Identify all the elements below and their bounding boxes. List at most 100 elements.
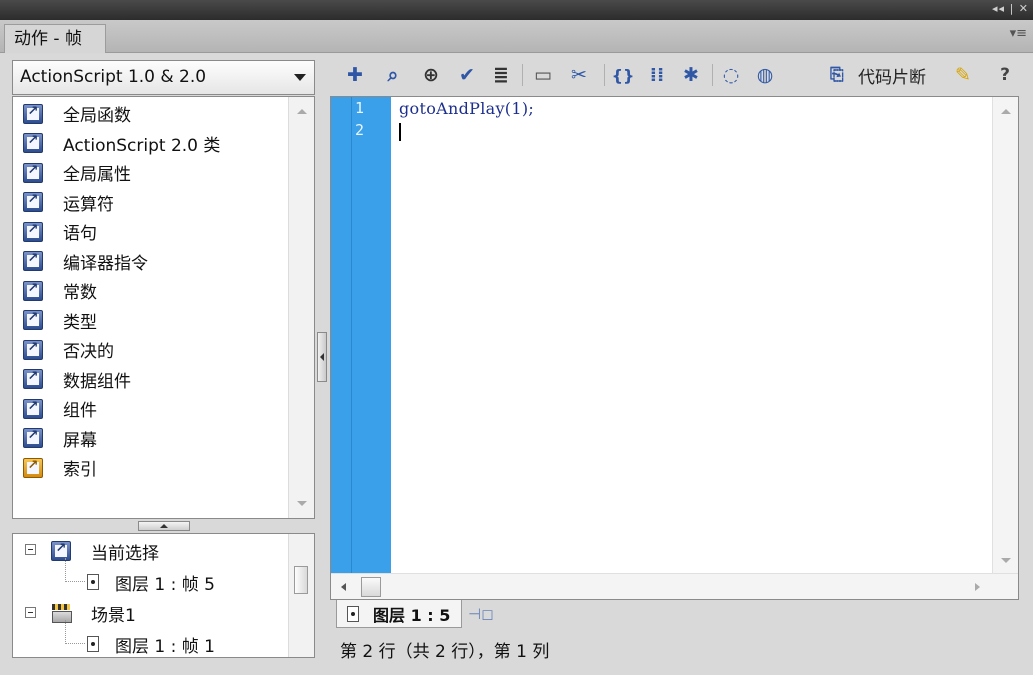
code-snippets-label: 代码片断 — [858, 67, 926, 88]
gutter-divider — [351, 97, 352, 575]
collapse-up-icon — [160, 524, 168, 528]
book-icon — [23, 339, 43, 360]
book-icon — [23, 133, 43, 154]
toolbar-separator — [712, 64, 713, 86]
toolbox-item-as2-classes[interactable]: ActionScript 2.0 类 — [13, 129, 289, 159]
actionscript-version-select[interactable]: ActionScript 1.0 & 2.0 — [12, 60, 315, 95]
chevron-down-icon — [294, 74, 306, 81]
code-snippets-button[interactable]: ⎘ 代码片断 — [830, 62, 926, 88]
toolbox-item-label: 数据组件 — [63, 371, 131, 392]
toolbox-item-label: 全局属性 — [63, 165, 131, 186]
toolbox-item-label: ActionScript 2.0 类 — [63, 135, 221, 156]
collapse-left-pane-handle[interactable] — [317, 332, 327, 382]
scroll-down-arrow-icon[interactable] — [1001, 558, 1011, 563]
apply-line-comment-icon[interactable]: ◍ — [752, 62, 778, 88]
scroll-left-arrow-icon[interactable] — [341, 583, 346, 591]
book-icon — [23, 103, 43, 124]
toolbox-item-label: 屏幕 — [63, 430, 97, 451]
auto-format-icon[interactable]: ≣ — [488, 62, 514, 88]
nav-scene[interactable]: 场景1 — [51, 598, 136, 628]
toolbox-list: 全局函数 ActionScript 2.0 类 全局属性 运算符 语句 编译器指… — [13, 97, 289, 483]
tree-connector — [65, 643, 85, 644]
toolbox-item-deprecated[interactable]: 否决的 — [13, 335, 289, 365]
toolbox-item-operators[interactable]: 运算符 — [13, 188, 289, 218]
layer-tab-label: 图层 1 : 5 — [373, 605, 451, 625]
find-icon[interactable]: ⌕ — [380, 62, 406, 88]
tab-actions-frame[interactable]: 动作 - 帧 — [4, 24, 106, 53]
script-navigator: 当前选择 图层 1 : 帧 5 场景1 图层 1 : 帧 1 — [12, 533, 315, 658]
debug-options-icon[interactable]: ✂ — [566, 62, 592, 88]
actionscript-version-value: ActionScript 1.0 & 2.0 — [20, 67, 207, 87]
insert-target-path-icon[interactable]: ⊕ — [418, 62, 444, 88]
check-syntax-icon[interactable]: ✔ — [454, 62, 480, 88]
scroll-down-arrow-icon[interactable] — [297, 501, 307, 506]
toolbox-item-constants[interactable]: 常数 — [13, 276, 289, 306]
book-icon — [23, 398, 43, 419]
toolbox-item-index[interactable]: 索引 — [13, 453, 289, 483]
scrollbar-thumb[interactable] — [294, 566, 308, 594]
toolbox-item-types[interactable]: 类型 — [13, 306, 289, 336]
book-icon — [23, 280, 43, 301]
book-icon — [23, 162, 43, 183]
actions-toolbar: ✚ ⌕ ⊕ ✔ ≣ ▭ ✂ {} ⁞⁞ ✱ ◌ ◍ ⎘ 代码片断 ✎ ? — [330, 58, 1030, 92]
toolbar-separator — [604, 64, 605, 86]
toolbox-item-components[interactable]: 组件 — [13, 394, 289, 424]
toolbox-navigator-splitter[interactable] — [138, 521, 190, 531]
tab-layer-frame[interactable]: 图层 1 : 5 — [336, 600, 462, 628]
editor-horizontal-scrollbar[interactable] — [331, 573, 1018, 599]
book-icon — [23, 221, 43, 242]
pin-script-icon[interactable]: ⊣◻ — [468, 605, 494, 623]
scroll-up-arrow-icon[interactable] — [1001, 109, 1011, 114]
toolbox-item-global-functions[interactable]: 全局函数 — [13, 99, 289, 129]
script-editor[interactable]: 1 2 gotoAndPlay(1); — [330, 96, 1019, 600]
line-number: 1 — [355, 99, 365, 117]
toolbox-item-label: 运算符 — [63, 194, 114, 215]
nav-scene-frame[interactable]: 图层 1 : 帧 1 — [87, 629, 215, 657]
toolbox-item-global-properties[interactable]: 全局属性 — [13, 158, 289, 188]
toolbox-item-label: 常数 — [63, 283, 97, 304]
panel-tabstrip: 动作 - 帧 ▾≡ — [0, 20, 1033, 53]
show-code-hint-icon[interactable]: ▭ — [530, 62, 556, 88]
index-book-icon — [23, 457, 43, 478]
collapse-tree-icon[interactable] — [25, 607, 36, 618]
window-controls[interactable]: ◂◂ | ✕ — [992, 2, 1029, 15]
collapse-selection-icon[interactable]: ⁞⁞ — [644, 62, 670, 88]
collapse-tree-icon[interactable] — [25, 544, 36, 555]
toolbox-item-label: 语句 — [63, 224, 97, 245]
magic-wand-icon[interactable]: ✎ — [950, 62, 976, 88]
collapse-between-braces-icon[interactable]: {} — [610, 62, 636, 88]
tree-connector — [65, 620, 66, 644]
apply-block-comment-icon[interactable]: ◌ — [718, 62, 744, 88]
code-line[interactable]: gotoAndPlay(1); — [399, 99, 534, 118]
scroll-right-arrow-icon[interactable] — [975, 583, 980, 591]
nav-scene-frame-label: 图层 1 : 帧 1 — [115, 636, 215, 657]
expand-all-icon[interactable]: ✱ — [678, 62, 704, 88]
book-icon — [23, 251, 43, 272]
toolbox-item-statements[interactable]: 语句 — [13, 217, 289, 247]
actions-toolbox: 全局函数 ActionScript 2.0 类 全局属性 运算符 语句 编译器指… — [12, 96, 315, 519]
add-statement-icon[interactable]: ✚ — [342, 62, 368, 88]
book-icon — [23, 192, 43, 213]
toolbox-item-screens[interactable]: 屏幕 — [13, 424, 289, 454]
code-snippets-icon: ⎘ — [830, 65, 844, 85]
toolbox-item-label: 索引 — [63, 460, 97, 481]
scrollbar-thumb[interactable] — [361, 577, 381, 597]
panel-menu-icon[interactable]: ▾≡ — [1010, 26, 1027, 41]
line-number: 2 — [355, 121, 365, 139]
scroll-up-arrow-icon[interactable] — [297, 109, 307, 114]
navigator-scrollbar[interactable] — [288, 534, 314, 657]
nav-scene-label: 场景1 — [91, 605, 136, 626]
editor-vertical-scrollbar[interactable] — [992, 97, 1018, 575]
nav-current-frame[interactable]: 图层 1 : 帧 5 — [87, 567, 215, 597]
help-icon[interactable]: ? — [992, 62, 1018, 88]
frame-script-icon — [87, 636, 99, 652]
frame-script-icon — [347, 605, 359, 622]
toolbox-item-label: 全局函数 — [63, 106, 131, 127]
cursor-position-status: 第 2 行（共 2 行），第 1 列 — [340, 642, 550, 662]
toolbox-item-compiler-directives[interactable]: 编译器指令 — [13, 247, 289, 277]
text-caret — [399, 123, 401, 141]
toolbox-item-data-components[interactable]: 数据组件 — [13, 365, 289, 395]
nav-current-selection-label: 当前选择 — [91, 543, 159, 564]
nav-current-selection[interactable]: 当前选择 — [51, 536, 159, 566]
toolbox-scrollbar[interactable] — [288, 97, 314, 518]
